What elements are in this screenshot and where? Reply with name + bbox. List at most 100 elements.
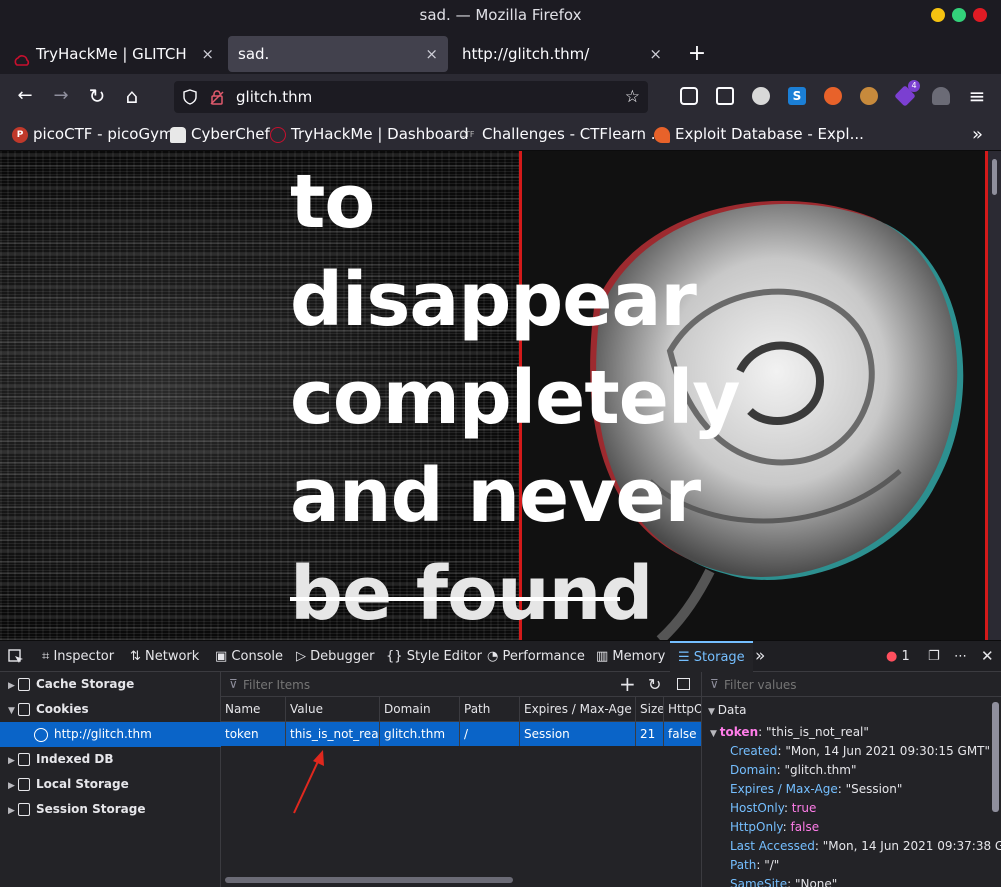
bookmarks-overflow-button[interactable]: »	[972, 118, 983, 151]
error-count-badge[interactable]: ● 1	[886, 641, 910, 672]
more-options-icon[interactable]: ⋯	[954, 641, 967, 672]
extension-s-icon[interactable]: S	[788, 87, 806, 105]
tab-console[interactable]: ▣ Console	[215, 641, 283, 672]
column-header-size[interactable]: Size	[635, 697, 663, 722]
bookmark-label: Exploit Database - Expl...	[675, 125, 864, 143]
dock-icon[interactable]: ❐	[928, 641, 940, 672]
extension-cookie-icon[interactable]	[860, 87, 878, 105]
sidebar-toggle-icon[interactable]	[677, 678, 690, 690]
collapse-arrow-icon[interactable]: ▼	[710, 729, 720, 739]
expand-arrow-icon[interactable]: ▶	[8, 674, 18, 699]
hamburger-menu-icon[interactable]: ≡	[963, 82, 991, 110]
bookmark-ctflearn[interactable]: CTF Challenges - CTFlearn ...	[457, 118, 665, 151]
column-header-name[interactable]: Name	[221, 697, 285, 722]
filter-values-input[interactable]	[724, 675, 984, 694]
new-tab-button[interactable]: +	[686, 36, 708, 72]
close-devtools-icon[interactable]: ✕	[981, 641, 994, 672]
tab-network[interactable]: ⇅ Network	[130, 641, 199, 672]
column-header-value[interactable]: Value	[285, 697, 379, 722]
tree-label: Local Storage	[36, 777, 129, 791]
extension-burp-icon[interactable]	[824, 87, 842, 105]
data-property-row[interactable]: SameSite: "None"	[730, 875, 837, 887]
collapse-arrow-icon[interactable]: ▼	[8, 699, 18, 724]
tab-glitch-url[interactable]: http://glitch.thm/ ×	[452, 36, 672, 72]
tree-item-glitch-cookies[interactable]: http://glitch.thm	[0, 722, 221, 747]
database-icon	[18, 678, 30, 691]
data-token-row[interactable]: ▼ token: "this_is_not_real"	[710, 723, 869, 742]
shield-icon[interactable]	[182, 81, 200, 116]
tab-style-editor[interactable]: {} Style Editor	[386, 641, 482, 672]
back-button[interactable]: ←	[11, 82, 39, 110]
add-item-icon[interactable]: +	[619, 672, 636, 697]
filter-items-input[interactable]	[243, 675, 603, 694]
cell-size[interactable]: 21	[635, 722, 663, 746]
insecure-lock-icon[interactable]	[210, 81, 224, 117]
more-tabs-icon[interactable]: »	[755, 641, 765, 672]
collapse-arrow-icon[interactable]: ▼	[708, 707, 718, 717]
filter-icon: ⊽	[710, 677, 719, 691]
home-button[interactable]: ⌂	[118, 82, 146, 110]
column-header-domain[interactable]: Domain	[379, 697, 459, 722]
extension-cat-icon[interactable]	[752, 87, 770, 105]
cell-httponly[interactable]: false	[663, 722, 701, 746]
tab-tryhackme-glitch[interactable]: TryHackMe | GLITCH ×	[4, 36, 224, 72]
horizontal-scrollbar[interactable]	[225, 877, 513, 883]
maximize-button[interactable]	[952, 8, 966, 22]
expand-arrow-icon[interactable]: ▶	[8, 749, 18, 774]
data-property-row[interactable]: Created: "Mon, 14 Jun 2021 09:30:15 GMT"	[730, 742, 990, 761]
bookmark-exploitdb[interactable]: Exploit Database - Expl...	[654, 118, 864, 151]
cell-domain[interactable]: glitch.thm	[379, 722, 459, 746]
pocket-icon[interactable]	[680, 87, 698, 105]
expand-arrow-icon[interactable]: ▶	[8, 799, 18, 824]
data-property-row[interactable]: HttpOnly: false	[730, 818, 819, 837]
close-window-button[interactable]	[973, 8, 987, 22]
cell-path[interactable]: /	[459, 722, 519, 746]
tab-performance[interactable]: ◔ Performance	[487, 641, 585, 672]
column-header-expires[interactable]: Expires / Max-Age	[519, 697, 635, 722]
expand-arrow-icon[interactable]: ▶	[8, 774, 18, 799]
scrollbar-thumb[interactable]	[992, 159, 997, 195]
tab-label: Style Editor	[406, 649, 482, 664]
tab-memory[interactable]: ▥ Memory	[596, 641, 665, 672]
column-header-httponly[interactable]: HttpO	[663, 697, 701, 722]
tryhackme-icon	[270, 126, 286, 143]
bookmark-star-icon[interactable]: ☆	[625, 81, 640, 113]
data-section-header[interactable]: ▼ Data	[708, 701, 746, 720]
tab-debugger[interactable]: ▷ Debugger	[296, 641, 375, 672]
tree-item-local-storage[interactable]: ▶ Local Storage	[0, 772, 221, 797]
tree-label: Session Storage	[36, 802, 146, 816]
page-scrollbar[interactable]	[988, 151, 1001, 640]
tree-item-session-storage[interactable]: ▶ Session Storage	[0, 797, 221, 822]
data-property-row[interactable]: HostOnly: true	[730, 799, 816, 818]
data-property-row[interactable]: Expires / Max-Age: "Session"	[730, 780, 902, 799]
tab-label: Console	[231, 649, 284, 664]
forward-button[interactable]: →	[47, 82, 75, 110]
data-scrollbar-thumb[interactable]	[992, 702, 999, 812]
cell-expires[interactable]: Session	[519, 722, 635, 746]
close-tab-icon[interactable]: ×	[201, 36, 214, 72]
tree-item-cookies[interactable]: ▼ Cookies	[0, 697, 221, 722]
tree-item-indexed-db[interactable]: ▶ Indexed DB	[0, 747, 221, 772]
tab-sad[interactable]: sad. ×	[228, 36, 448, 72]
bookmark-tryhackme[interactable]: TryHackMe | Dashboard	[270, 118, 469, 151]
column-header-path[interactable]: Path	[459, 697, 519, 722]
element-picker-icon[interactable]	[8, 641, 32, 672]
extension-puzzle-icon[interactable]	[932, 87, 950, 105]
data-property-row[interactable]: Last Accessed: "Mon, 14 Jun 2021 09:37:3…	[730, 837, 1001, 856]
reader-view-icon[interactable]	[716, 87, 734, 105]
reload-button[interactable]: ↻	[83, 82, 111, 110]
close-tab-icon[interactable]: ×	[649, 36, 662, 72]
data-property-row[interactable]: Path: "/"	[730, 856, 779, 875]
data-property-row[interactable]: Domain: "glitch.thm"	[730, 761, 856, 780]
tab-storage[interactable]: ☰ Storage	[670, 641, 753, 672]
bookmark-picoctf[interactable]: PpicoCTF - picoGym	[12, 118, 174, 151]
url-bar[interactable]: glitch.thm ☆	[174, 81, 648, 113]
minimize-button[interactable]	[931, 8, 945, 22]
cell-name[interactable]: token	[221, 722, 285, 746]
refresh-icon[interactable]: ↻	[648, 672, 661, 697]
tab-inspector[interactable]: ⌗ Inspector	[42, 641, 114, 672]
bookmark-cyberchef[interactable]: CyberChef	[170, 118, 270, 151]
close-tab-icon[interactable]: ×	[425, 36, 438, 72]
tree-item-cache-storage[interactable]: ▶ Cache Storage	[0, 672, 221, 697]
tree-label: Cache Storage	[36, 677, 135, 691]
